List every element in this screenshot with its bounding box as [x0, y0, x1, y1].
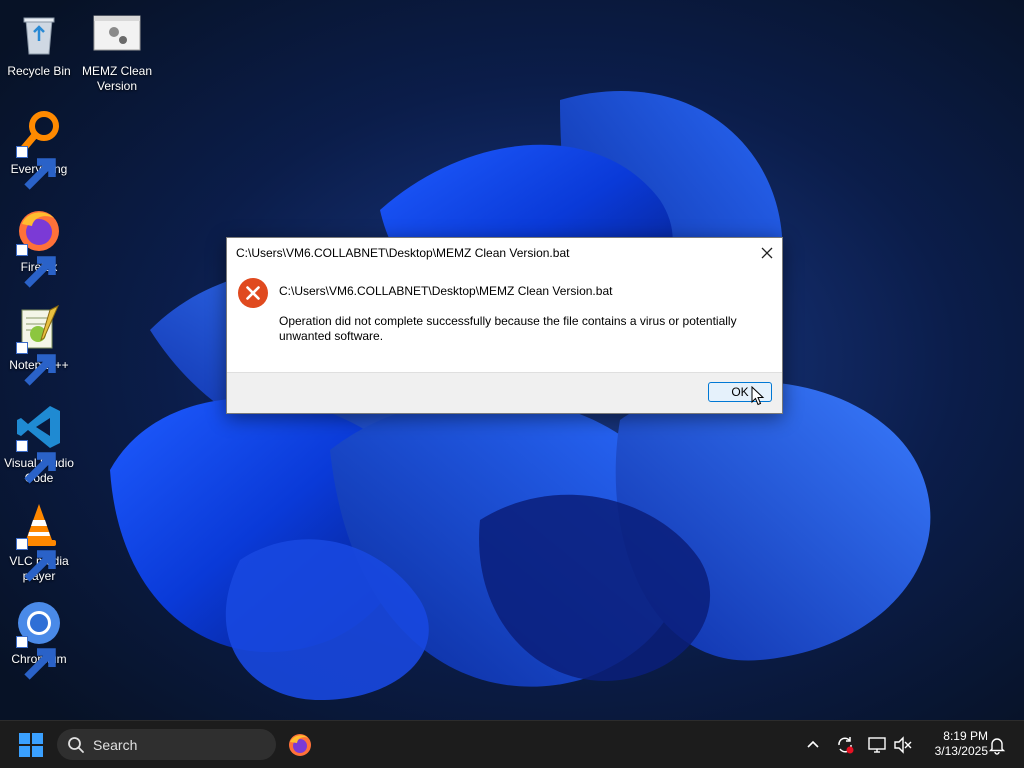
firefox-icon [14, 206, 64, 288]
network-icon [868, 737, 886, 753]
shortcut-arrow-icon [16, 538, 56, 582]
dialog-titlebar[interactable]: C:\Users\VM6.COLLABNET\Desktop\MEMZ Clea… [227, 238, 782, 267]
shortcut-arrow-icon [16, 244, 56, 288]
desktop-icon-firefox[interactable]: Firefox [0, 206, 78, 288]
error-icon [237, 277, 269, 309]
windows-logo-icon [19, 733, 43, 757]
dialog-body: C:\Users\VM6.COLLABNET\Desktop\MEMZ Clea… [227, 267, 782, 373]
desktop-icon-visual-studio-code[interactable]: Visual Studio Code [0, 402, 78, 486]
desktop-icon-memz-clean-version[interactable]: MEMZ Clean Version [78, 10, 156, 94]
desktop-icon-label-line2: Version [96, 79, 138, 93]
taskbar-clock[interactable]: 8:19 PM 3/13/2025 [918, 729, 988, 759]
dialog-message: Operation did not complete successfully … [279, 314, 737, 343]
notifications-button[interactable] [987, 735, 1007, 755]
error-dialog: C:\Users\VM6.COLLABNET\Desktop\MEMZ Clea… [226, 237, 783, 414]
dialog-file-path: C:\Users\VM6.COLLABNET\Desktop\MEMZ Clea… [279, 284, 613, 298]
dialog-close-button[interactable] [752, 238, 782, 267]
clock-time: 8:19 PM [943, 729, 988, 743]
firefox-icon [289, 734, 311, 756]
notepad-plus-plus-icon [14, 304, 64, 386]
dialog-footer: OK [227, 372, 782, 413]
taskbar-firefox-button[interactable] [287, 732, 313, 758]
chevron-up-icon [807, 740, 819, 748]
close-icon [761, 247, 773, 258]
everything-search-icon [14, 108, 64, 190]
search-placeholder: Search [93, 736, 138, 753]
desktop-icon-vlc-media-player[interactable]: VLC media player [0, 500, 78, 584]
sync-status-button[interactable] [835, 735, 855, 755]
recycle-bin-icon [14, 10, 64, 60]
vscode-icon [14, 402, 64, 484]
network-status-button[interactable] [867, 735, 887, 755]
shortcut-arrow-icon [16, 342, 56, 386]
bell-icon [988, 738, 1006, 755]
taskbar: Search 8:19 PM 3/13/2025 [0, 720, 1024, 768]
dialog-title: C:\Users\VM6.COLLABNET\Desktop\MEMZ Clea… [236, 245, 570, 260]
taskbar-search-box[interactable]: Search [57, 729, 276, 760]
volume-muted-icon [894, 736, 912, 754]
chromium-icon [14, 598, 64, 680]
volume-button[interactable] [893, 735, 913, 755]
clock-date: 3/13/2025 [934, 744, 988, 758]
desktop-icon-notepad-plus-plus[interactable]: Notepad++ [0, 304, 78, 386]
desktop-icon-recycle-bin[interactable]: Recycle Bin [0, 10, 78, 79]
show-hidden-icons-button[interactable] [803, 735, 823, 755]
batch-file-icon [92, 10, 142, 60]
desktop-icon-everything[interactable]: Everything [0, 108, 78, 190]
desktop-icon-label: Recycle Bin [7, 64, 71, 78]
search-icon [68, 736, 84, 753]
mouse-cursor-icon [751, 385, 765, 406]
start-button[interactable] [19, 733, 43, 757]
shortcut-arrow-icon [16, 440, 56, 484]
desktop-icon-label-line1: MEMZ Clean [81, 64, 152, 78]
shortcut-arrow-icon [16, 146, 56, 190]
sync-icon [838, 737, 854, 754]
desktop-icon-chromium[interactable]: Chromium [0, 598, 78, 680]
vlc-icon [14, 500, 64, 582]
shortcut-arrow-icon [16, 636, 56, 680]
